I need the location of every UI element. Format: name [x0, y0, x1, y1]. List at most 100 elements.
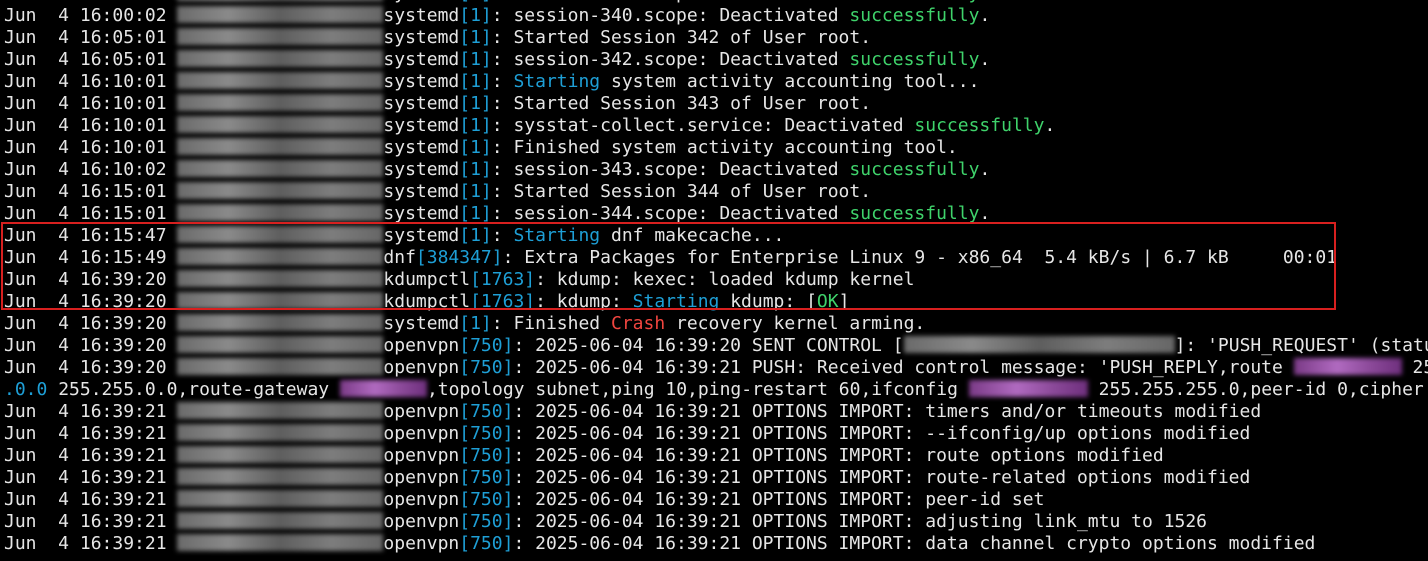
log-text: [750]	[459, 335, 514, 356]
redacted-text: xxxxxxxxxxxxxxxxxxx	[177, 270, 384, 287]
log-line: Jun 4 16:05:01 xxxxxxxxxxxxxxxxxxxsystem…	[4, 27, 1428, 49]
log-text: systemd	[383, 0, 459, 4]
log-text: [1]	[459, 225, 492, 246]
log-text: [1]	[459, 181, 492, 202]
log-text: [1]	[459, 115, 492, 136]
log-line: Jun 4 16:00:02 xxxxxxxxxxxxxxxxxxxsystem…	[4, 5, 1428, 27]
log-text: kdumpctl	[383, 291, 471, 312]
log-text: systemd	[383, 49, 460, 70]
log-text: systemd	[383, 137, 460, 158]
log-text: : 2025-06-04 16:39:21 OPTIONS IMPORT: ro…	[513, 467, 1251, 488]
redacted-text: xxxxxxxxxxxxxxxxxxx	[177, 248, 384, 265]
log-text: Jun 4 16:39:20	[4, 313, 178, 334]
log-text: [750]	[459, 467, 514, 488]
log-text: systemd	[383, 93, 460, 114]
log-text: systemd	[383, 159, 460, 180]
log-text: systemd	[383, 203, 460, 224]
log-text: 255.2	[1412, 357, 1428, 378]
log-text: [1]	[459, 49, 492, 70]
log-text: systemd	[383, 71, 460, 92]
log-text: [750]	[459, 489, 514, 510]
log-text: : 2025-06-04 16:39:21 OPTIONS IMPORT: ti…	[513, 401, 1262, 422]
redacted-text: xxxxxxxx	[339, 380, 427, 397]
log-text: : 2025-06-04 16:39:21 OPTIONS IMPORT: pe…	[513, 489, 1045, 510]
log-text: [750]	[459, 511, 514, 532]
log-text: ]	[838, 291, 850, 312]
log-line: Jun 4 16:39:21 xxxxxxxxxxxxxxxxxxxopenvp…	[4, 489, 1428, 511]
redacted-text: xxxxxxxxxxxxxxxxxxx	[177, 28, 384, 45]
log-text: : session-340.scope: Deactivated	[491, 5, 850, 26]
log-text: : Started Session 344 of User root.	[491, 181, 872, 202]
redacted-text: xxxxxxxxxxxxxxxxxxx	[177, 424, 384, 441]
log-text: Jun 4 16:39:20	[4, 357, 178, 378]
log-text: openvpn	[383, 445, 460, 466]
log-text: : 2025-06-04 16:39:20 SENT CONTROL [	[513, 335, 904, 356]
log-line: Jun 4 16:15:01 xxxxxxxxxxxxxxxxxxxsystem…	[4, 181, 1428, 203]
log-text: Crash	[610, 313, 666, 334]
log-text: Jun 4 16:10:01	[4, 93, 178, 114]
log-text: Jun 4 16:15:01	[4, 181, 178, 202]
redacted-text: xxxxxxxxxxxxxxxxxxx	[177, 336, 384, 353]
log-text: .	[979, 159, 991, 180]
log-line: Jun 4 16:05:01 xxxxxxxxxxxxxxxxxxxsystem…	[4, 49, 1428, 71]
log-line: .0.0 255.255.0.0,route-gateway xxxxxxxx,…	[4, 379, 1428, 401]
log-text: .	[979, 5, 991, 26]
log-text: : 2025-06-04 16:39:21 OPTIONS IMPORT: ro…	[513, 445, 1164, 466]
log-text: Jun 4 16:00:02	[4, 0, 177, 4]
log-text: kdump: [	[719, 291, 817, 312]
log-text: :	[491, 225, 514, 246]
redacted-text: xxxxxxxxxxxxxxxxxxx	[177, 0, 384, 1]
log-text: [750]	[459, 445, 514, 466]
log-text: [1]	[459, 0, 492, 4]
log-text: [1]	[459, 93, 492, 114]
log-text: openvpn	[383, 533, 460, 554]
log-text: openvpn	[383, 423, 460, 444]
log-text: : session-342.scope: Deactivated	[491, 49, 850, 70]
log-text: [1]	[459, 27, 492, 48]
log-line: Jun 4 16:39:21 xxxxxxxxxxxxxxxxxxxopenvp…	[4, 467, 1428, 489]
log-text: Starting	[513, 225, 601, 246]
redacted-text: xxxxxxxxxxxxxxxxxxx	[177, 160, 384, 177]
log-text: openvpn	[383, 511, 460, 532]
log-output: Jun 4 16:00:02 xxxxxxxxxxxxxxxxxxxsystem…	[4, 0, 1428, 555]
log-text: successfully	[914, 115, 1045, 136]
log-text: .0.0	[4, 379, 48, 400]
log-line: Jun 4 16:10:01 xxxxxxxxxxxxxxxxxxxsystem…	[4, 93, 1428, 115]
log-text: : 2025-06-04 16:39:21 OPTIONS IMPORT: ad…	[513, 511, 1207, 532]
redacted-text: xxxxxxxxxxxxxxxxxxx	[177, 358, 384, 375]
log-text: : Started Session 343 of User root.	[491, 93, 872, 114]
log-line: Jun 4 16:39:21 xxxxxxxxxxxxxxxxxxxopenvp…	[4, 511, 1428, 533]
log-text: .	[979, 0, 990, 4]
log-text: Jun 4 16:15:49	[4, 247, 178, 268]
log-text: [1]	[459, 71, 492, 92]
log-text: ]: 'PUSH_REQUEST' (status=1)	[1174, 335, 1428, 356]
log-text: Starting	[632, 291, 720, 312]
redacted-text: xxxxxxxxxxxxxxxxxxx	[177, 292, 384, 309]
log-text: [1]	[459, 137, 492, 158]
log-line: Jun 4 16:10:01 xxxxxxxxxxxxxxxxxxxsystem…	[4, 137, 1428, 159]
log-text: systemd	[383, 27, 460, 48]
log-text: Jun 4 16:39:20	[4, 269, 178, 290]
log-text: [1]	[459, 203, 492, 224]
log-text: Starting	[513, 71, 601, 92]
log-text: : 2025-06-04 16:39:21 PUSH: Received con…	[513, 357, 1294, 378]
redacted-text: xxxxxxxxxxxxxxxxxxx	[177, 226, 384, 243]
log-text: system activity accounting tool...	[600, 71, 980, 92]
log-text: successfully	[849, 159, 980, 180]
log-text: :	[491, 71, 514, 92]
log-text: systemd	[383, 313, 460, 334]
log-text: Jun 4 16:10:01	[4, 137, 178, 158]
log-line: Jun 4 16:15:47 xxxxxxxxxxxxxxxxxxxsystem…	[4, 225, 1428, 247]
log-text: successfully	[849, 49, 980, 70]
log-text: ,topology subnet,ping 10,ping-restart 60…	[426, 379, 969, 400]
redacted-text: xxxxxxxxxxxxxxxxxxx	[177, 490, 384, 507]
log-text: Jun 4 16:39:20	[4, 335, 178, 356]
log-text: : Extra Packages for Enterprise Linux 9 …	[502, 247, 1338, 268]
log-text: Jun 4 16:10:01	[4, 71, 178, 92]
log-text: successfully	[849, 203, 980, 224]
log-text: openvpn	[383, 401, 460, 422]
redacted-text: xxxxxxxxxxx	[968, 380, 1088, 397]
terminal-window[interactable]: Jun 4 16:00:02 xxxxxxxxxxxxxxxxxxxsystem…	[0, 0, 1428, 561]
log-text: successfully	[849, 5, 980, 26]
log-text: OK	[816, 291, 839, 312]
